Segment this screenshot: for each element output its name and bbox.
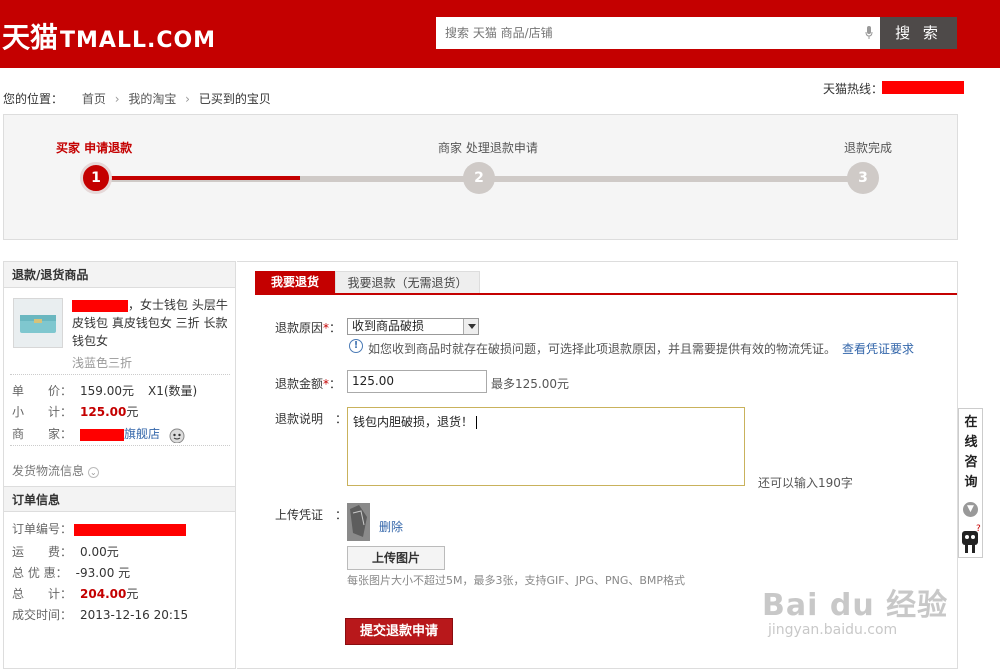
product-sku: 浅蓝色三折	[72, 356, 133, 370]
discount-label: 总 优 惠：	[12, 566, 68, 580]
total-label: 总 计：	[12, 587, 73, 601]
step-label-merchant: 商家 处理退款申请	[438, 141, 538, 155]
divider	[10, 445, 230, 446]
total-unit: 元	[126, 587, 139, 601]
chevron-right-icon: ›	[114, 92, 120, 106]
online-consult-widget[interactable]: 在线咨询 ▼ ?	[958, 408, 983, 558]
watermark-url: jingyan.baidu.com	[768, 622, 898, 638]
search-input[interactable]	[437, 18, 857, 48]
breadcrumb-my-taobao[interactable]: 我的淘宝	[128, 92, 176, 106]
order-no-row: 订单编号：	[12, 520, 187, 537]
product-title[interactable]: ，女士钱包 头层牛皮钱包 真皮钱包女 三折 长款钱包女	[72, 296, 232, 350]
order-section-title: 订单信息	[4, 486, 235, 512]
chevron-down-icon: ⌄	[87, 467, 99, 478]
upload-label: 上传凭证 ：	[275, 508, 348, 522]
shipping-info-link[interactable]: 发货物流信息 ⌄	[12, 462, 99, 479]
description-label: 退款说明 ：	[275, 412, 348, 426]
step-1-circle: 1	[80, 162, 112, 194]
unit-price-row: 单 价： 159.00元 X1(数量)	[12, 382, 197, 399]
breadcrumb: 您的位置： 首页 › 我的淘宝 › 已买到的宝贝	[3, 90, 271, 107]
quantity-value: X1(数量)	[148, 384, 198, 398]
total-row: 总 计： 204.00元	[12, 585, 138, 602]
breadcrumb-home[interactable]: 首页	[82, 92, 106, 106]
amount-max-hint: 最多125.00元	[491, 377, 569, 391]
subtotal-label: 小 计：	[12, 405, 73, 419]
evidence-requirements-link[interactable]: 查看凭证要求	[842, 342, 914, 356]
hotline-redacted	[882, 81, 964, 94]
collapse-arrow-icon[interactable]: ▼	[963, 502, 978, 517]
required-star: *	[323, 321, 330, 335]
required-star: *	[323, 377, 330, 391]
photo-image-icon	[347, 503, 370, 541]
microphone-icon[interactable]	[865, 26, 873, 40]
step-3-circle: 3	[847, 162, 879, 194]
tab-refund-only[interactable]: 我要退款（无需退货）	[335, 271, 480, 293]
seller-label: 商 家：	[12, 427, 73, 441]
step-2-circle: 2	[463, 162, 495, 194]
redacted-seller	[80, 428, 125, 441]
reason-label: 退款原因*：	[275, 321, 342, 335]
reason-hint: 如您收到商品时就存在破损问题，可选择此项退款原因，并且需要提供有效的物流凭证。查…	[368, 342, 915, 356]
wallet-image-icon	[14, 299, 62, 347]
total-value: 204.00	[80, 587, 127, 601]
product-info-panel: 退款/退货商品 ，女士钱包 头层牛皮钱包 真皮钱包女 三折 长款钱包女 浅蓝色三…	[3, 261, 236, 669]
text-cursor	[476, 416, 478, 429]
product-thumbnail[interactable]	[13, 298, 63, 348]
customer-service-mascot-icon: ?	[962, 524, 981, 553]
freight-row: 运 费： 0.00元	[12, 543, 119, 560]
chevron-right-icon: ›	[185, 92, 190, 106]
reason-select[interactable]: 收到商品破损	[347, 318, 479, 335]
tab-return-refund[interactable]: 我要退货	[255, 271, 335, 293]
amount-label: 退款金额*：	[275, 377, 342, 391]
divider	[10, 374, 230, 375]
refund-amount-input[interactable]: 125.00	[347, 370, 487, 393]
redacted-order-no	[74, 523, 187, 536]
upload-hint: 每张图片大小不超过5M，最多3张，支持GIF、JPG、PNG、BMP格式	[347, 574, 686, 587]
unit-price-label: 单 价：	[12, 384, 73, 398]
redacted-brand	[72, 299, 128, 312]
order-no-label: 订单编号：	[12, 522, 73, 536]
refund-progress: 买家 申请退款 商家 处理退款申请 退款完成 1 2 3	[3, 114, 958, 240]
freight-value: 0.00元	[80, 545, 119, 559]
dropdown-arrow-icon[interactable]	[463, 319, 478, 334]
product-section-title: 退款/退货商品	[4, 262, 235, 288]
progress-fill	[96, 176, 300, 180]
watermark-logo: Bai du 经验	[762, 588, 949, 623]
consult-label: 在线咨询	[964, 415, 978, 490]
search-button[interactable]: 搜 索	[880, 17, 957, 49]
baidu-jingyan-watermark: Bai du 经验 jingyan.baidu.com	[762, 580, 949, 638]
info-icon: !	[349, 339, 363, 353]
unit-price-value: 159.00元	[80, 384, 135, 398]
svg-text:?: ?	[976, 524, 981, 534]
deal-time-label: 成交时间：	[12, 608, 73, 622]
deal-time-value: 2013-12-16 20:15	[80, 608, 189, 622]
search-box	[436, 17, 880, 49]
subtotal-row: 小 计： 125.00元	[12, 403, 138, 420]
breadcrumb-label: 您的位置：	[3, 92, 64, 106]
submit-refund-button[interactable]: 提交退款申请	[345, 618, 453, 645]
seller-link[interactable]: 旗舰店	[124, 427, 160, 441]
subtotal-unit: 元	[126, 405, 139, 419]
wangwang-chat-icon[interactable]	[168, 427, 186, 443]
upload-image-button[interactable]: 上传图片	[347, 546, 445, 570]
evidence-thumbnail[interactable]	[347, 503, 370, 541]
freight-label: 运 费：	[12, 545, 73, 559]
discount-row: 总 优 惠： -93.00 元	[12, 564, 130, 581]
tab-underline	[255, 293, 957, 295]
step-label-complete: 退款完成	[844, 141, 893, 155]
seller-row: 商 家： 旗舰店	[12, 425, 186, 443]
deal-time-row: 成交时间： 2013-12-16 20:15	[12, 606, 188, 623]
hotline-label: 天猫热线：	[823, 82, 884, 96]
top-header: 天猫TMALL.COM 搜 索	[0, 0, 1000, 68]
step-label-apply: 买家 申请退款	[56, 141, 133, 155]
subtotal-value: 125.00	[80, 405, 127, 419]
tmall-logo[interactable]: 天猫TMALL.COM	[2, 16, 216, 56]
breadcrumb-current: 已买到的宝贝	[198, 92, 271, 106]
delete-evidence-link[interactable]: 删除	[379, 518, 403, 535]
remaining-chars: 还可以输入190字	[758, 476, 853, 490]
refund-description-textarea[interactable]: 钱包内胆破损，退货！	[347, 407, 745, 486]
discount-value: -93.00 元	[75, 566, 131, 580]
